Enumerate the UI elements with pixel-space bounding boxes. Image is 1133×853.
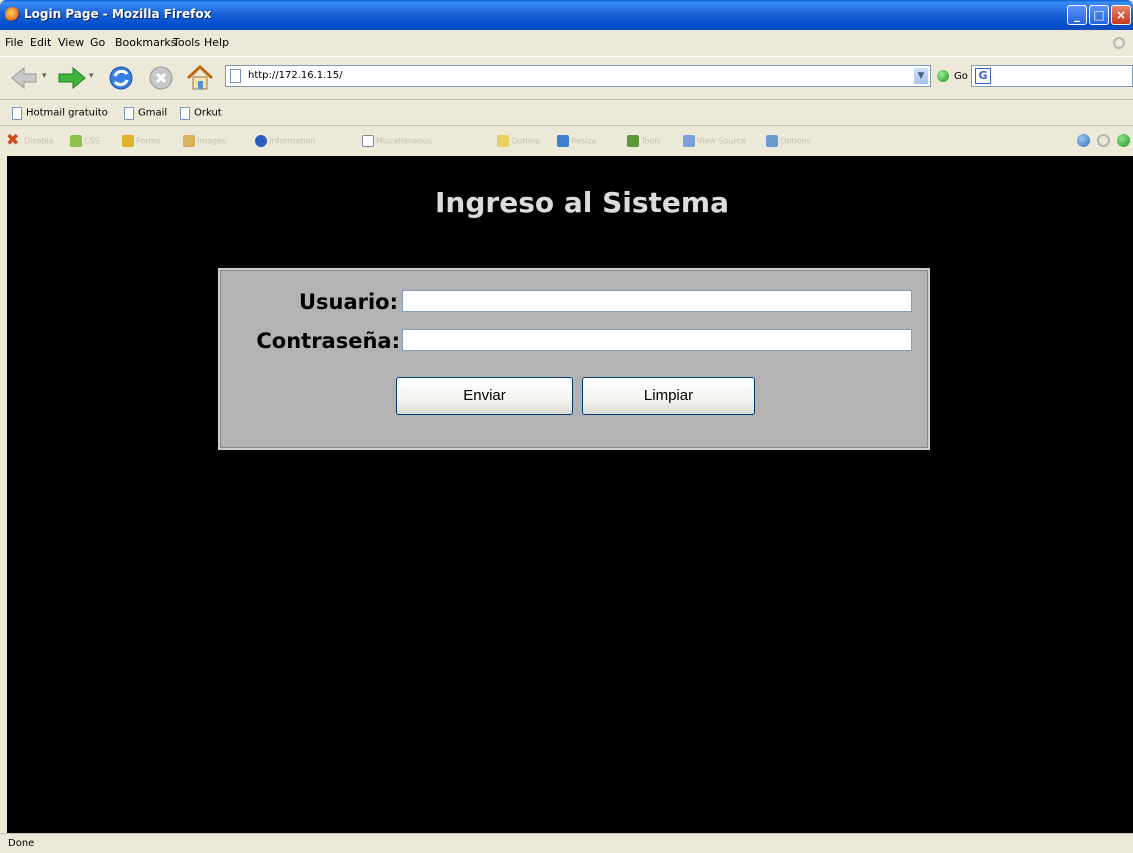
minimize-button[interactable]: _	[1067, 5, 1087, 25]
password-input[interactable]	[402, 329, 912, 351]
dev-resize[interactable]: Resize	[557, 134, 597, 148]
navigation-toolbar: ▾ ▾ http://172.16.1.15/ ▼ Go G	[0, 56, 1133, 100]
resize-icon	[557, 135, 569, 147]
url-text[interactable]: http://172.16.1.15/	[248, 70, 342, 81]
firefox-logo-icon	[5, 7, 20, 22]
clear-button[interactable]: Limpiar	[582, 377, 755, 415]
page-content: Ingreso al Sistema Usuario: Contraseña: …	[7, 156, 1133, 833]
bookmark-page-icon	[124, 106, 134, 120]
menu-help[interactable]: Help	[204, 36, 229, 49]
submit-button[interactable]: Enviar	[396, 377, 573, 415]
home-icon[interactable]	[185, 63, 215, 93]
forms-icon	[122, 135, 134, 147]
google-search-engine-icon[interactable]: G	[975, 68, 991, 84]
dev-view-source-label: View Source	[697, 136, 747, 146]
menu-tools[interactable]: Tools	[173, 36, 200, 49]
login-form: Usuario: Contraseña: Enviar Limpiar	[218, 268, 930, 450]
css-icon	[70, 135, 82, 147]
html-validator-icon[interactable]	[1097, 134, 1110, 147]
menu-bar: File Edit View Go Bookmarks Tools Help	[0, 30, 1133, 56]
page-icon	[230, 69, 241, 83]
images-icon	[183, 135, 195, 147]
reload-icon[interactable]	[107, 64, 135, 92]
outline-icon	[497, 135, 509, 147]
dev-miscellaneous[interactable]: Miscellaneous	[362, 134, 432, 148]
back-dropdown-icon[interactable]: ▾	[42, 71, 47, 81]
go-icon[interactable]	[937, 70, 949, 82]
bookmark-page-icon	[180, 106, 190, 120]
bookmark-orkut[interactable]: Orkut	[180, 106, 222, 120]
activity-throbber-icon	[1113, 37, 1125, 49]
options-icon	[766, 135, 778, 147]
bookmarks-toolbar: Hotmail gratuito Gmail Orkut	[0, 100, 1133, 126]
search-input[interactable]: G	[971, 65, 1133, 87]
username-input[interactable]	[402, 290, 912, 312]
close-button[interactable]: ×	[1111, 5, 1131, 25]
dev-view-source[interactable]: View Source	[683, 134, 746, 148]
dev-resize-label: Resize	[571, 136, 597, 146]
status-text: Done	[8, 838, 35, 849]
menu-bookmarks[interactable]: Bookmarks	[115, 36, 176, 49]
password-label: Contraseña:	[256, 329, 400, 353]
dev-forms-label: Forms	[136, 136, 161, 146]
go-button[interactable]: Go	[954, 71, 968, 82]
web-developer-toolbar: ✖ Disable CSS Forms Images Information M…	[0, 126, 1133, 156]
forward-arrow-icon[interactable]	[55, 65, 87, 91]
close-toolbar-icon[interactable]: ✖	[6, 132, 19, 148]
page-title: Ingreso al Sistema	[435, 186, 729, 219]
dev-options-label: Options	[780, 136, 811, 146]
miscellaneous-icon	[362, 135, 374, 147]
dev-tools[interactable]: Tools	[627, 134, 661, 148]
css-validator-icon[interactable]	[1077, 134, 1090, 147]
dev-images-label: Images	[197, 136, 227, 146]
forward-dropdown-icon[interactable]: ▾	[89, 71, 94, 81]
dev-outline-label: Outline	[511, 136, 540, 146]
bookmark-label: Hotmail gratuito	[26, 107, 108, 119]
bookmark-label: Orkut	[194, 107, 222, 119]
information-icon	[255, 135, 267, 147]
window-titlebar[interactable]: Login Page - Mozilla Firefox _ □ ×	[0, 0, 1133, 30]
bookmark-gmail[interactable]: Gmail	[124, 106, 167, 120]
menu-edit[interactable]: Edit	[30, 36, 51, 49]
dev-disable-label: Disable	[24, 136, 54, 146]
dev-information-label: Information	[269, 136, 316, 146]
dev-css[interactable]: CSS	[70, 134, 100, 148]
dev-forms[interactable]: Forms	[122, 134, 160, 148]
stop-icon[interactable]	[148, 65, 174, 91]
bookmark-page-icon	[12, 106, 22, 120]
dev-outline[interactable]: Outline	[497, 134, 540, 148]
tools-icon	[627, 135, 639, 147]
dev-images[interactable]: Images	[183, 134, 226, 148]
menu-view[interactable]: View	[58, 36, 84, 49]
bookmark-label: Gmail	[138, 107, 168, 119]
menu-go[interactable]: Go	[90, 36, 105, 49]
url-bar[interactable]: http://172.16.1.15/ ▼	[225, 65, 931, 87]
view-source-icon	[683, 135, 695, 147]
dev-options[interactable]: Options	[766, 134, 811, 148]
dev-miscellaneous-label: Miscellaneous	[376, 136, 433, 146]
back-arrow-icon[interactable]	[10, 65, 40, 91]
dev-information[interactable]: Information	[255, 134, 315, 148]
dev-css-label: CSS	[84, 136, 100, 146]
window-title: Login Page - Mozilla Firefox	[24, 7, 212, 21]
accessibility-check-icon[interactable]	[1117, 134, 1130, 147]
status-bar: Done	[0, 833, 1133, 853]
dev-tools-label: Tools	[641, 136, 661, 146]
menu-file[interactable]: File	[5, 36, 23, 49]
maximize-button[interactable]: □	[1089, 5, 1109, 25]
username-label: Usuario:	[298, 290, 398, 314]
url-dropdown-icon[interactable]: ▼	[913, 67, 929, 85]
bookmark-hotmail[interactable]: Hotmail gratuito	[12, 106, 108, 120]
dev-disable[interactable]: Disable	[24, 134, 54, 148]
